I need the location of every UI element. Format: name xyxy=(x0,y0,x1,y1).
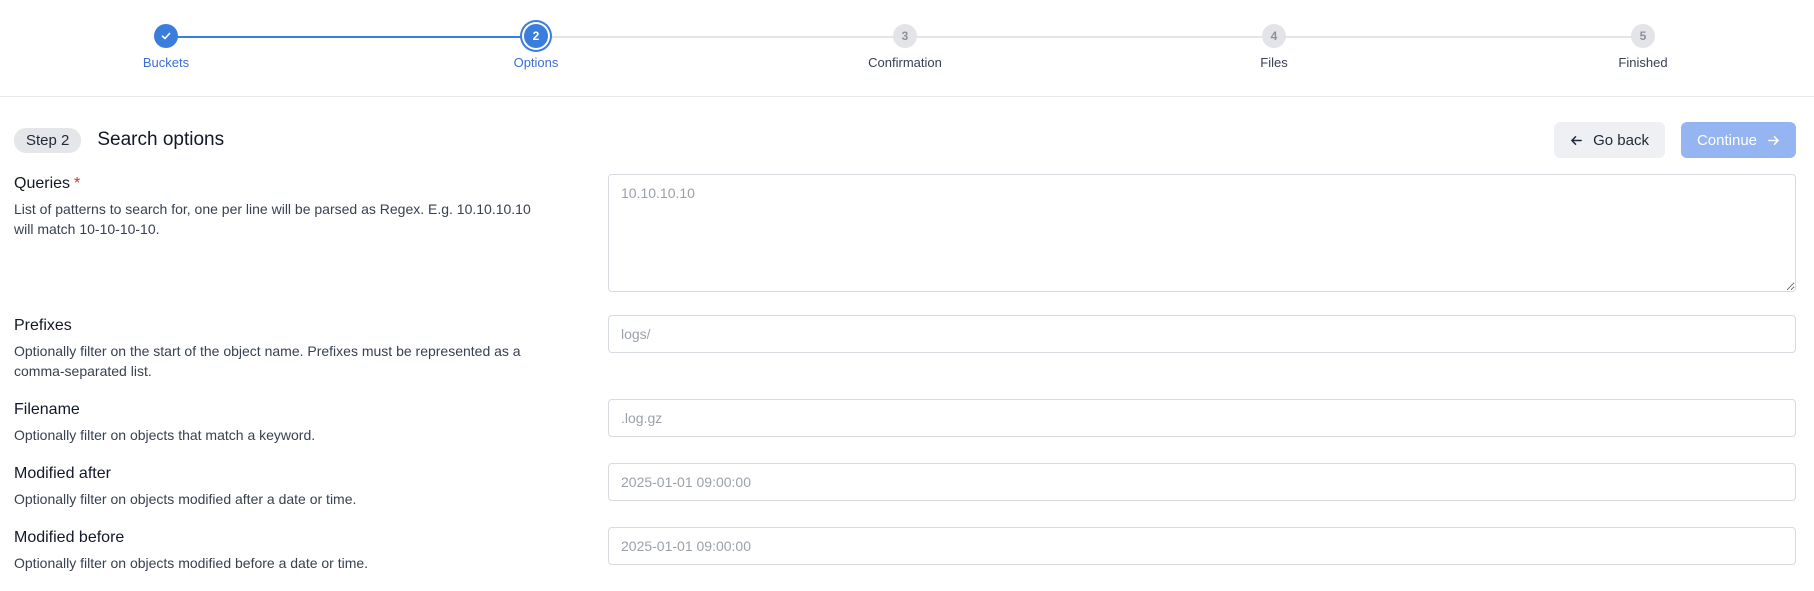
step-finished: 5 Finished xyxy=(1553,24,1733,70)
step-files: 4 Files xyxy=(1184,24,1364,70)
queries-row: Queries * List of patterns to search for,… xyxy=(14,174,1796,292)
step-files-indicator: 4 xyxy=(1262,24,1286,48)
step-confirmation-indicator: 3 xyxy=(893,24,917,48)
step-finished-label: Finished xyxy=(1618,55,1668,70)
step-options-label: Options xyxy=(513,55,559,70)
arrow-left-icon xyxy=(1571,135,1582,145)
prefixes-row: Prefixes Optionally filter on the start … xyxy=(14,315,1796,381)
queries-description: List of patterns to search for, one per … xyxy=(14,201,531,237)
modified-before-input[interactable] xyxy=(608,527,1796,565)
filename-row: Filename Optionally filter on objects th… xyxy=(14,399,1796,445)
filename-description: Optionally filter on objects that match … xyxy=(14,427,316,443)
modified-after-input[interactable] xyxy=(608,463,1796,501)
step-files-label: Files xyxy=(1260,55,1288,70)
step-confirmation: 3 Confirmation xyxy=(815,24,995,70)
page-title: Search options xyxy=(97,129,225,150)
prefixes-description: Optionally filter on the start of the ob… xyxy=(14,343,521,379)
modified-before-description: Optionally filter on objects modified be… xyxy=(14,555,369,571)
modified-before-row: Modified before Optionally filter on obj… xyxy=(14,527,1796,573)
step-confirmation-label: Confirmation xyxy=(868,55,942,70)
step-buckets-label: Buckets xyxy=(142,55,190,70)
section-header: Step 2 Search options Go back Continue xyxy=(14,121,1796,159)
step-finished-indicator: 5 xyxy=(1631,24,1655,48)
check-icon xyxy=(161,32,171,40)
required-marker: * xyxy=(74,175,81,192)
continue-button[interactable]: Continue xyxy=(1680,122,1796,158)
step-options[interactable]: 2 Options xyxy=(446,24,626,70)
go-back-label: Go back xyxy=(1593,131,1649,149)
modified-after-row: Modified after Optionally filter on obje… xyxy=(14,463,1796,509)
continue-label: Continue xyxy=(1696,131,1757,149)
go-back-button[interactable]: Go back xyxy=(1554,122,1665,158)
step-buckets[interactable]: Buckets xyxy=(76,24,256,70)
step-badge: Step 2 xyxy=(14,127,82,153)
step-options-indicator: 2 xyxy=(524,24,548,48)
arrow-right-icon xyxy=(1768,135,1779,145)
step-buckets-indicator xyxy=(154,24,178,48)
queries-textarea[interactable] xyxy=(608,174,1796,292)
modified-after-description: Optionally filter on objects modified af… xyxy=(14,491,357,507)
prefixes-input[interactable] xyxy=(608,315,1796,353)
progress-stepper: Buckets 2 Options 3 Confirmation 4 Files… xyxy=(0,0,1814,97)
stepper-track-remaining xyxy=(536,36,1643,38)
filename-input[interactable] xyxy=(608,399,1796,437)
